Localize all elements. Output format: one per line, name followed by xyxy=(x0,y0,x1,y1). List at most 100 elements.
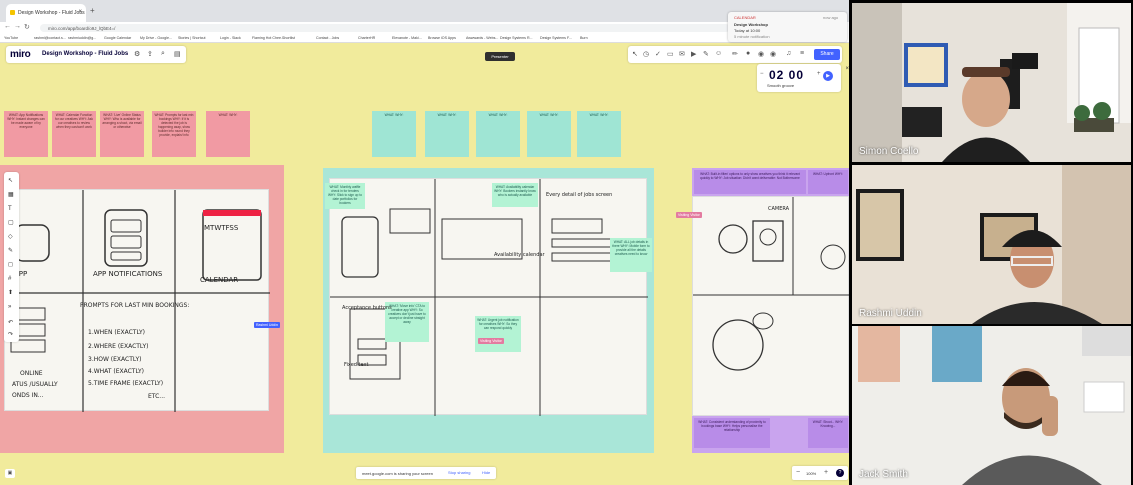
avatar[interactable]: ◉ xyxy=(770,50,776,58)
bookmark-item[interactable]: Shortlist xyxy=(282,36,295,40)
upload-tool-icon[interactable]: ⬆ xyxy=(8,290,13,296)
sticky-note[interactable]: WHAT: Consistent understanding of proxim… xyxy=(694,418,770,448)
redo-icon[interactable]: ↷ xyxy=(8,332,13,338)
sticky-note[interactable]: WHAT: WHY: xyxy=(206,111,250,157)
bell-icon[interactable]: ♫ xyxy=(786,50,791,57)
sketch-label: 3.HOW (EXACTLY) xyxy=(88,356,142,363)
browser-tab[interactable]: Design Workshop - Fluid Jobs × xyxy=(6,4,86,22)
vote-icon[interactable]: ✓ xyxy=(655,50,661,58)
chat-icon[interactable]: ✉ xyxy=(679,50,685,58)
new-tab-icon[interactable]: + xyxy=(90,7,95,15)
templates-tool-icon[interactable]: ▦ xyxy=(8,192,14,198)
notification-app: CALENDAR xyxy=(734,15,756,20)
select-tool-icon[interactable]: ↖ xyxy=(8,178,13,184)
board-name[interactable]: Design Workshop - Fluid Jobs xyxy=(42,51,128,57)
sticky-note[interactable]: WHAT: Upfront WHY: xyxy=(808,170,848,194)
participant-video xyxy=(852,3,1131,162)
bookmark-item[interactable]: Login - Slack xyxy=(220,36,241,40)
cursor-tool-icon[interactable]: ↖ xyxy=(632,50,638,58)
shape-tool-icon[interactable]: ◇ xyxy=(8,234,13,240)
timer-music[interactable]: Smooth groove xyxy=(767,83,794,88)
bookmark-item[interactable]: Flaming Hot Chee... xyxy=(252,36,284,40)
zoom-in-icon[interactable]: + xyxy=(824,469,828,476)
url-input[interactable]: miro.com/app/board/o9J_lQbE4=/ xyxy=(40,24,730,32)
upload-icon[interactable]: ⇪ xyxy=(147,50,153,58)
video-icon[interactable]: ▭ xyxy=(667,50,674,58)
bookmark-item[interactable]: Burn xyxy=(580,36,588,40)
sticky-note[interactable]: WHAT: WHY: xyxy=(372,111,416,157)
menu-icon[interactable]: ≡ xyxy=(800,50,804,57)
bookmark-item[interactable]: Design Systems R... xyxy=(500,36,533,40)
calendar-notification[interactable]: CALENDAR now ago Design Workshop Today a… xyxy=(728,12,847,42)
sketch-image-illustration[interactable] xyxy=(692,196,849,416)
sticky-note[interactable]: WHAT: Urgent job notification for creati… xyxy=(475,316,521,352)
zoom-control: − 100% + ? xyxy=(792,466,848,480)
reload-icon[interactable]: ↻ xyxy=(24,23,30,31)
share-button[interactable]: Share xyxy=(814,49,840,60)
bookmark-item[interactable]: YouTube xyxy=(4,36,18,40)
hide-button[interactable]: Hide xyxy=(482,470,490,475)
sticky-note[interactable]: WHAT: WHY: xyxy=(527,111,571,157)
undo-icon[interactable]: ↶ xyxy=(8,320,13,326)
bookmark-item[interactable]: Google Calendar xyxy=(104,36,131,40)
bookmark-item[interactable]: Awwwards - Webs... xyxy=(466,36,498,40)
back-icon[interactable]: ← xyxy=(4,23,11,30)
comment-icon[interactable]: ✎ xyxy=(703,50,709,58)
sticky-note[interactable]: WHAT: Prompts for last min bookings WHY:… xyxy=(152,111,196,157)
bookmark-item[interactable]: Browse iOS Apps xyxy=(428,36,456,40)
timer-icon[interactable]: ◷ xyxy=(643,50,649,58)
sticky-note[interactable]: WHAT: Built-in filter/ options to only s… xyxy=(694,170,806,194)
bookmark-item[interactable]: CharterHR xyxy=(358,36,375,40)
video-tile-rashmi[interactable]: Rashmi Uddin xyxy=(852,165,1131,324)
sketch-image-app[interactable] xyxy=(4,189,270,412)
bookmark-item[interactable]: Elevanote - Maki... xyxy=(392,36,422,40)
participant-video xyxy=(852,326,1131,485)
presenter-badge[interactable]: Presenter xyxy=(485,52,515,61)
video-tile-jack[interactable]: Jack Smith xyxy=(852,326,1131,485)
miro-logo[interactable]: miro xyxy=(10,49,31,60)
sticky-note[interactable]: WHAT: Shoot... WHY: Knowing... xyxy=(808,418,848,448)
minus-icon[interactable]: − xyxy=(760,71,764,77)
sticky-note[interactable]: WHAT: WHY: xyxy=(476,111,520,157)
present-icon[interactable]: ▶ xyxy=(691,50,696,58)
pen-tool-icon[interactable]: ✎ xyxy=(8,248,13,254)
board-options-icon[interactable]: ▤ xyxy=(174,50,181,58)
bookmark-item[interactable]: rashmiuddin@g... xyxy=(68,36,96,40)
sticky-note[interactable]: WHAT: Availability calendar WHY: Bookers… xyxy=(492,183,538,207)
reactions-icon[interactable]: ☺ xyxy=(715,50,722,57)
forward-icon[interactable]: → xyxy=(14,23,21,30)
play-icon[interactable]: ▶ xyxy=(823,71,833,81)
sticky-note[interactable]: WHAT: ALL job details in there WHY: Mobi… xyxy=(610,238,652,272)
comment-tool-icon[interactable]: ◻ xyxy=(8,262,13,268)
search-icon[interactable]: ⌕ xyxy=(161,50,165,58)
participant-count-icon[interactable]: ● xyxy=(746,50,750,57)
bookmark-item[interactable]: My Drive - Google... xyxy=(140,36,172,40)
sticky-note[interactable]: WHAT: App Notifications WHY: Instant cha… xyxy=(4,111,48,157)
minimap-icon[interactable]: ▣ xyxy=(5,469,15,478)
frame-creative-sketches[interactable] xyxy=(0,165,284,453)
text-tool-icon[interactable]: T xyxy=(8,206,12,212)
sticky-note[interactable]: WHAT: Monthly waffle check in for tender… xyxy=(325,183,365,209)
sticky-note[interactable]: WHAT: WHY: xyxy=(577,111,621,157)
help-icon[interactable]: ? xyxy=(836,469,844,477)
bookmark-item[interactable]: rashmi@contact.s... xyxy=(34,36,66,40)
pencil-icon[interactable]: ✏ xyxy=(732,50,738,58)
sticky-note[interactable]: WHAT: WHY: xyxy=(425,111,469,157)
sticky-note[interactable]: WHAT: Calendar Function for our creative… xyxy=(52,111,96,157)
settings-icon[interactable]: ⚙ xyxy=(134,50,140,58)
stop-sharing-button[interactable]: Stop sharing xyxy=(448,470,470,475)
bookmark-item[interactable]: Stories | Shortcut xyxy=(178,36,206,40)
bookmark-item[interactable]: Design Systems F... xyxy=(540,36,572,40)
sticky-note[interactable]: WHAT: 'Live' Online Status WHY: Who is a… xyxy=(100,111,144,157)
avatar[interactable]: ◉ xyxy=(758,50,764,58)
plus-icon[interactable]: + xyxy=(817,71,821,77)
sticky-tool-icon[interactable]: ▢ xyxy=(8,220,14,226)
sketch-image-booker[interactable] xyxy=(329,178,648,416)
close-tab-icon[interactable]: × xyxy=(78,9,82,15)
frame-tool-icon[interactable]: # xyxy=(8,276,11,282)
more-tools-icon[interactable]: » xyxy=(8,304,11,310)
close-icon[interactable]: × xyxy=(845,66,849,72)
video-tile-simon[interactable]: Simon Coello xyxy=(852,3,1131,162)
zoom-out-icon[interactable]: − xyxy=(796,469,800,476)
bookmark-item[interactable]: Contact - Jobs xyxy=(316,36,339,40)
